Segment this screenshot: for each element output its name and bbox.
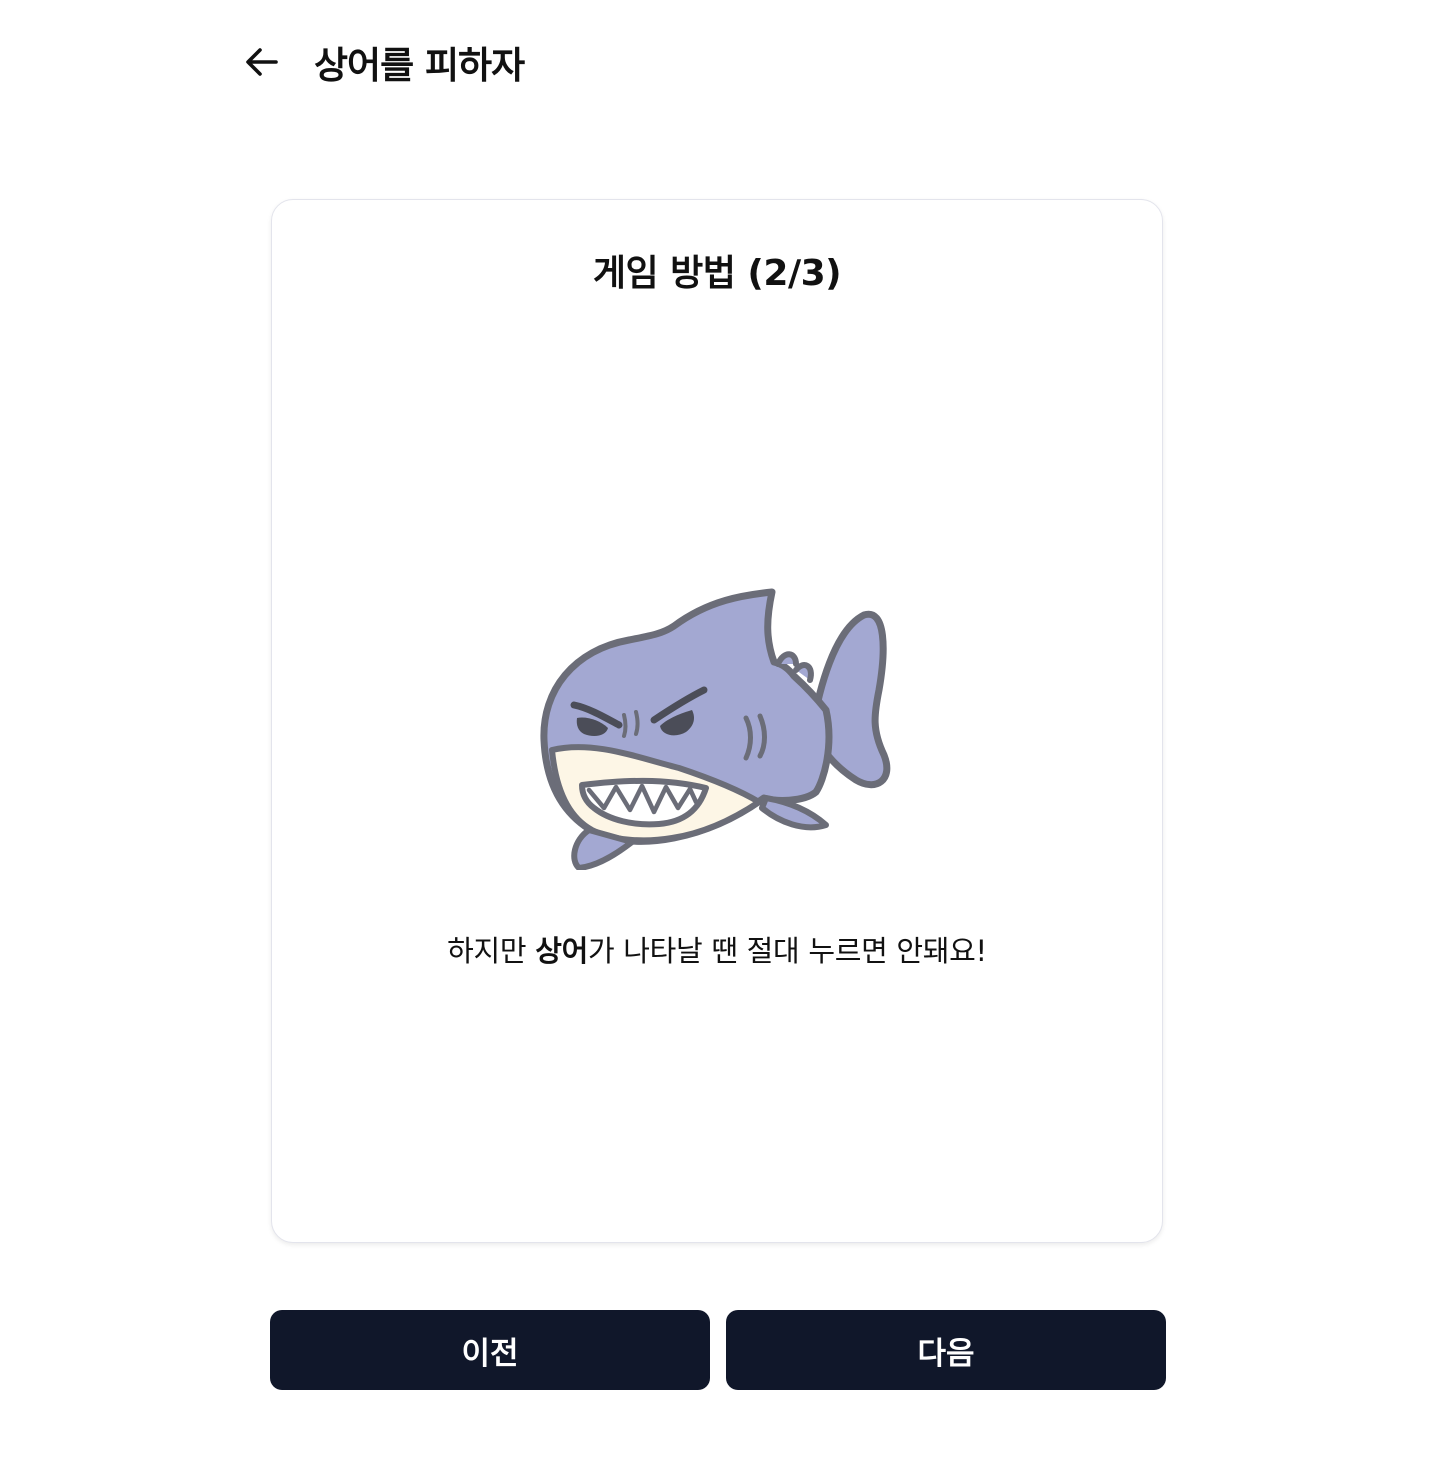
next-button[interactable]: 다음 [726,1310,1166,1390]
arrow-left-icon [246,48,278,76]
prev-button[interactable]: 이전 [270,1310,710,1390]
back-button[interactable] [240,40,284,84]
instruction-text: 하지만 상어가 나타날 땐 절대 누르면 안돼요! [272,928,1162,970]
instruction-text-emphasis: 상어 [535,934,588,968]
instruction-text-before: 하지만 [447,934,536,968]
card-title: 게임 방법 (2/3) [592,253,842,294]
page-title: 상어를 피하자 [314,44,525,87]
header: 상어를 피하자 [240,30,525,94]
instruction-text-after: 가 나타날 땐 절대 누르면 안돼요! [587,934,987,968]
shark-illustration [540,588,891,870]
instruction-card: 게임 방법 (2/3) 하지만 상어가 나타날 땐 절대 누르면 안돼요! [271,199,1163,1243]
